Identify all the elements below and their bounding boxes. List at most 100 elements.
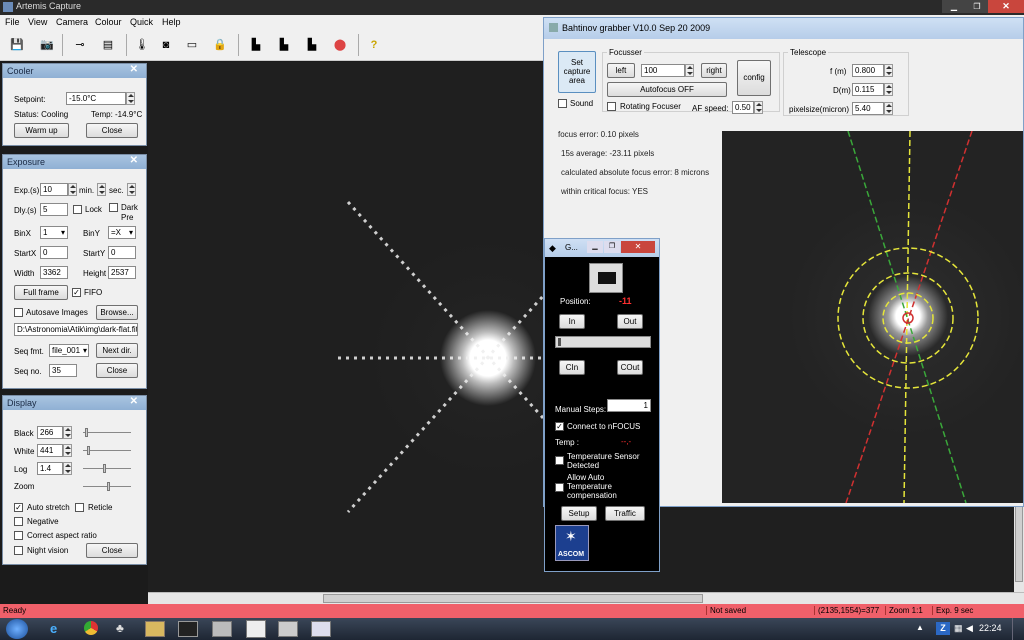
traffic-button[interactable]: Traffic: [605, 506, 645, 521]
dark-checkbox[interactable]: [109, 203, 118, 212]
bahtinov-image[interactable]: [722, 131, 1023, 503]
app-taskbar-icon-1[interactable]: ♣: [116, 621, 124, 635]
exposure-close-icon[interactable]: ✕: [130, 155, 138, 166]
white-spinner[interactable]: [63, 444, 72, 457]
camera-icon[interactable]: 📷: [35, 34, 59, 56]
scroll-thumb[interactable]: [323, 594, 703, 603]
nfocus-minimize-button[interactable]: ▁: [587, 241, 603, 253]
line-profile-icon[interactable]: ⊸: [68, 34, 92, 56]
app-taskbar-icon-6[interactable]: [311, 621, 331, 637]
white-input[interactable]: 441: [37, 444, 63, 457]
tray-z-icon[interactable]: Z: [936, 622, 950, 635]
nfocus-close-button[interactable]: ✕: [621, 241, 655, 253]
pixelsize-spinner[interactable]: [884, 102, 893, 115]
night-vision-checkbox[interactable]: [14, 546, 23, 555]
position-track[interactable]: [555, 336, 651, 348]
manual-steps-input[interactable]: 1: [607, 399, 651, 412]
config-button[interactable]: config: [737, 60, 771, 96]
subframe-icon[interactable]: ▭: [180, 34, 204, 56]
explorer-icon[interactable]: [145, 621, 165, 637]
fits-header-icon[interactable]: ▤: [96, 34, 120, 56]
startx-input[interactable]: 0: [40, 246, 68, 259]
display-close-icon[interactable]: ✕: [130, 396, 138, 407]
menu-quick[interactable]: Quick: [130, 17, 153, 27]
cin-button[interactable]: CIn: [559, 360, 585, 375]
lock-checkbox[interactable]: [73, 205, 82, 214]
set-capture-area-button[interactable]: Set capture area: [558, 51, 596, 93]
f-input[interactable]: 0.800: [852, 64, 884, 77]
menu-camera[interactable]: Camera: [56, 17, 88, 27]
tray-network-icon[interactable]: ▦: [954, 623, 963, 634]
binx-dropdown-icon[interactable]: ▾: [61, 228, 65, 237]
sec-spinner[interactable]: [127, 183, 136, 196]
app-taskbar-icon-4[interactable]: [246, 620, 266, 638]
step-spinner[interactable]: [685, 64, 694, 77]
dly-input[interactable]: 5: [40, 203, 68, 216]
out-button[interactable]: Out: [617, 314, 643, 329]
setpoint-spinner[interactable]: [126, 92, 135, 105]
black-slider[interactable]: [83, 428, 131, 437]
d-spinner[interactable]: [884, 83, 893, 96]
next-dir-button[interactable]: Next dir.: [96, 343, 138, 358]
browse-button[interactable]: Browse...: [96, 305, 138, 320]
cout-button[interactable]: COut: [617, 360, 643, 375]
seqno-input[interactable]: 35: [49, 364, 77, 377]
rotating-focuser-checkbox[interactable]: [607, 102, 616, 111]
step-input[interactable]: 100: [641, 64, 685, 77]
capture-continuous-icon[interactable]: ▙: [272, 34, 296, 56]
help-icon[interactable]: ?: [362, 34, 386, 56]
log-input[interactable]: 1.4: [37, 462, 63, 475]
zoom-slider[interactable]: [83, 482, 131, 491]
menu-colour[interactable]: Colour: [95, 17, 122, 27]
position-thumb[interactable]: [558, 338, 561, 346]
show-desktop-button[interactable]: [1012, 618, 1024, 640]
auto-temp-checkbox[interactable]: [555, 483, 564, 492]
chrome-icon[interactable]: [84, 621, 98, 635]
f-spinner[interactable]: [884, 64, 893, 77]
app-taskbar-icon-2[interactable]: [178, 621, 198, 637]
display-close-button[interactable]: Close: [86, 543, 138, 558]
sound-checkbox[interactable]: [558, 99, 567, 108]
start-button[interactable]: [6, 619, 28, 639]
width-input[interactable]: 3362: [40, 266, 68, 279]
negative-checkbox[interactable]: [14, 517, 23, 526]
close-button[interactable]: ✕: [988, 0, 1024, 13]
autosave-checkbox[interactable]: [14, 308, 23, 317]
app-taskbar-icon-5[interactable]: [278, 621, 298, 637]
auto-stretch-checkbox[interactable]: ✓: [14, 503, 23, 512]
reticle-checkbox[interactable]: [75, 503, 84, 512]
minimize-button[interactable]: ▁: [942, 0, 966, 13]
exposure-close-button[interactable]: Close: [96, 363, 138, 378]
colour-wheel-icon[interactable]: ⬤: [328, 34, 352, 56]
starty-input[interactable]: 0: [108, 246, 136, 259]
clock[interactable]: 22:24: [979, 623, 1002, 633]
warm-up-button[interactable]: Warm up: [14, 123, 69, 138]
exp-input[interactable]: 10: [40, 183, 68, 196]
autofocus-button[interactable]: Autofocus OFF: [607, 82, 727, 97]
full-frame-button[interactable]: Full frame: [14, 285, 68, 300]
setpoint-input[interactable]: -15.0°C: [66, 92, 126, 105]
af-speed-input[interactable]: 0.50: [732, 101, 754, 114]
biny-dropdown-icon[interactable]: ▾: [129, 228, 133, 237]
path-input[interactable]: D:\Astronomia\Atik\img\dark-flat.fit: [14, 323, 138, 336]
capture-single-icon[interactable]: ▙: [244, 34, 268, 56]
menu-file[interactable]: File: [5, 17, 20, 27]
app-taskbar-icon-3[interactable]: [212, 621, 232, 637]
cooler-close-button[interactable]: Close: [86, 123, 138, 138]
exp-spinner[interactable]: [68, 183, 77, 196]
capture-sequence-icon[interactable]: ▙: [300, 34, 324, 56]
ie-icon[interactable]: e: [50, 621, 57, 636]
left-button[interactable]: left: [607, 63, 635, 78]
maximize-button[interactable]: ❐: [966, 0, 988, 13]
lock-icon[interactable]: 🔒: [208, 34, 232, 56]
black-spinner[interactable]: [63, 426, 72, 439]
tray-arrow-icon[interactable]: ▲: [916, 623, 924, 632]
black-input[interactable]: 266: [37, 426, 63, 439]
min-spinner[interactable]: [97, 183, 106, 196]
focus-target-icon[interactable]: ◙: [154, 34, 178, 56]
fifo-checkbox[interactable]: ✓: [72, 288, 81, 297]
temp-sensor-checkbox[interactable]: [555, 456, 564, 465]
white-slider[interactable]: [83, 446, 131, 455]
horizontal-scrollbar[interactable]: [148, 592, 1024, 604]
nfocus-maximize-button[interactable]: ❐: [604, 241, 620, 253]
